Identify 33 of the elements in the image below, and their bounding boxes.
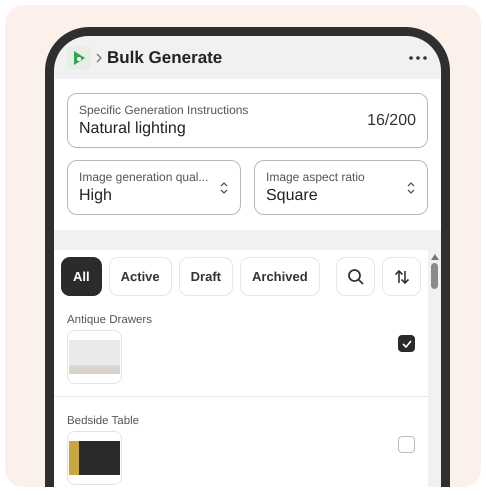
product-name: Bedside Table bbox=[67, 415, 140, 427]
sort-arrows-icon bbox=[392, 268, 410, 286]
up-down-chevron-icon bbox=[219, 180, 229, 196]
field-label: Image generation qual... bbox=[79, 170, 210, 184]
field-value: Natural lighting bbox=[79, 120, 187, 138]
chevron-right-icon bbox=[95, 52, 103, 62]
field-label: Specific Generation Instructions bbox=[79, 103, 250, 117]
field-label: Image aspect ratio bbox=[266, 170, 366, 184]
character-counter: 16/200 bbox=[367, 112, 416, 130]
filter-tab[interactable]: All bbox=[61, 257, 102, 296]
search-icon bbox=[346, 268, 364, 286]
product-name: Antique Drawers bbox=[67, 314, 154, 326]
scrollbar-thumb[interactable] bbox=[431, 263, 438, 289]
sort-button[interactable] bbox=[382, 257, 421, 296]
more-icon[interactable] bbox=[409, 56, 427, 60]
select-field[interactable]: Image aspect ratio Square bbox=[254, 160, 428, 215]
up-down-chevron-icon bbox=[406, 180, 416, 196]
filter-tab[interactable]: Archived bbox=[240, 257, 320, 296]
scroll-up-arrow-icon[interactable] bbox=[430, 254, 438, 260]
checkmark-icon bbox=[402, 340, 412, 348]
filter-tab[interactable]: Active bbox=[108, 257, 172, 296]
product-checkbox[interactable] bbox=[398, 335, 415, 352]
app-logo-icon bbox=[67, 46, 91, 70]
field-value: High bbox=[79, 187, 113, 205]
instructions-field[interactable]: Specific Generation Instructions Natural lighting 16/200 bbox=[67, 93, 428, 148]
product-checkbox[interactable] bbox=[398, 436, 415, 453]
photo-placeholder bbox=[69, 340, 120, 374]
page-title: Bulk Generate bbox=[107, 48, 224, 68]
select-field[interactable]: Image generation qual... High bbox=[67, 160, 241, 215]
field-value: Square bbox=[266, 187, 319, 205]
filter-tab[interactable]: Draft bbox=[178, 257, 233, 296]
photo-placeholder bbox=[69, 441, 120, 475]
search-button[interactable] bbox=[336, 257, 375, 296]
